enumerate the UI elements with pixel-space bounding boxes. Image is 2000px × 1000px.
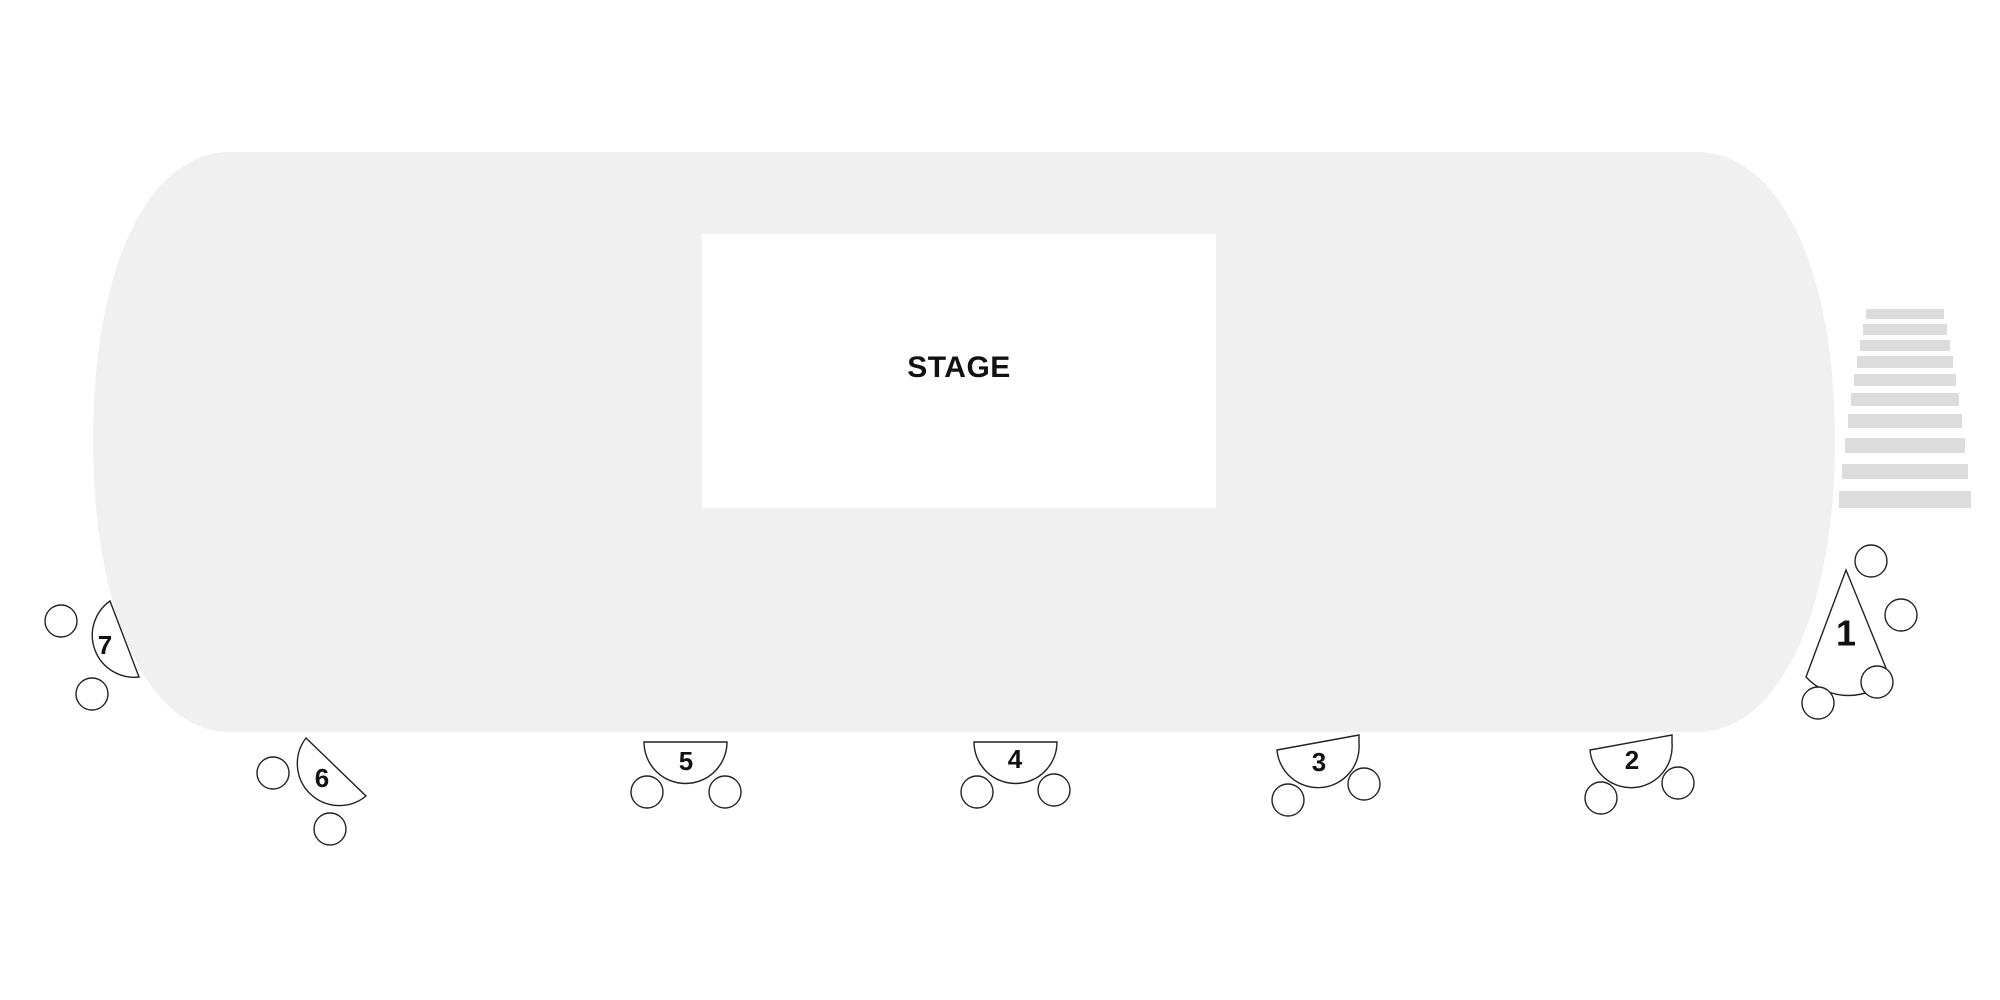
seat[interactable] xyxy=(630,775,664,809)
seat[interactable] xyxy=(75,677,109,711)
seat[interactable] xyxy=(1037,773,1071,807)
seat[interactable] xyxy=(44,604,78,638)
table-6[interactable]: 6 xyxy=(256,736,368,846)
step xyxy=(1845,438,1965,453)
step xyxy=(1854,374,1956,386)
table-number: 1 xyxy=(1836,613,1856,654)
table-number: 4 xyxy=(1008,744,1023,774)
table-number: 3 xyxy=(1312,747,1326,777)
table-4[interactable]: 4 xyxy=(960,741,1071,809)
seat[interactable] xyxy=(1661,766,1695,800)
step xyxy=(1848,414,1962,428)
seat[interactable] xyxy=(1584,781,1618,815)
seat[interactable] xyxy=(1884,598,1918,632)
stage-label: STAGE xyxy=(907,351,1011,384)
table-number: 7 xyxy=(98,630,112,660)
step xyxy=(1842,464,1968,479)
table-2[interactable]: 2 xyxy=(1584,734,1695,815)
step xyxy=(1863,324,1947,335)
steps xyxy=(1839,309,1971,508)
seat[interactable] xyxy=(1854,544,1888,578)
seat[interactable] xyxy=(1801,686,1835,720)
seat[interactable] xyxy=(1860,665,1894,699)
step xyxy=(1860,340,1950,351)
table-top xyxy=(296,736,368,807)
seat[interactable] xyxy=(960,775,994,809)
seat[interactable] xyxy=(313,812,347,846)
seat[interactable] xyxy=(708,775,742,809)
step xyxy=(1851,393,1959,406)
seat[interactable] xyxy=(1271,783,1305,817)
step xyxy=(1857,356,1953,368)
table-number: 2 xyxy=(1625,745,1639,775)
step xyxy=(1866,309,1944,319)
table-3[interactable]: 3 xyxy=(1271,734,1381,817)
seat[interactable] xyxy=(1347,767,1381,801)
seating-map: STAGE 1 2 3 4 5 6 7 xyxy=(44,152,1971,846)
table-number: 6 xyxy=(315,763,329,793)
table-number: 5 xyxy=(679,746,693,776)
step xyxy=(1839,491,1971,508)
table-5[interactable]: 5 xyxy=(630,741,742,809)
seat[interactable] xyxy=(256,756,290,790)
